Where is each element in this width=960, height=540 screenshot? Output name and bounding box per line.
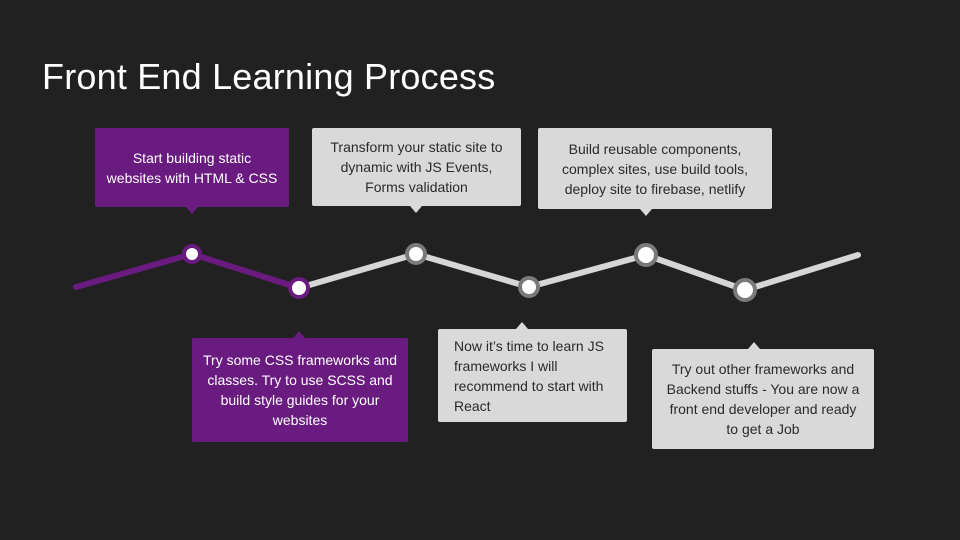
callout-js-frameworks: Now it’s time to learn JS frameworks I w… [438, 322, 627, 422]
callout-backend: Try out other frameworks and Backend stu… [652, 342, 874, 449]
timeline-line-upcoming [296, 251, 861, 293]
timeline [73, 243, 861, 302]
callout-html-css-text: Start building static websites with HTML… [106, 149, 278, 186]
callout-pointer [748, 342, 760, 349]
slide: Front End Learning Process Start buildin… [0, 0, 960, 540]
callout-pointer [516, 322, 528, 329]
callout-js-events-text: Transform your static site to dynamic wi… [330, 139, 503, 195]
callout-js-frameworks-text: Now it’s time to learn JS frameworks I w… [454, 337, 604, 414]
timeline-node-css-frameworks [288, 277, 310, 299]
callout-build-tools: Build reusable components, complex sites… [538, 128, 772, 216]
callout-js-events: Transform your static site to dynamic wi… [312, 128, 521, 213]
callout-css-frameworks: Try some CSS frameworks and classes. Try… [192, 331, 408, 442]
callout-pointer [410, 206, 422, 213]
callout-pointer [186, 207, 198, 214]
callout-html-css: Start building static websites with HTML… [95, 128, 289, 214]
timeline-node-js-events [405, 243, 427, 265]
timeline-node-backend [733, 278, 757, 302]
callout-pointer [640, 209, 652, 216]
timeline-node-js-frameworks [518, 276, 540, 298]
timeline-node-html-css [182, 244, 202, 264]
timeline-node-build-tools [634, 243, 658, 267]
callout-backend-text: Try out other frameworks and Backend stu… [666, 361, 860, 437]
callout-pointer [293, 331, 305, 338]
callout-css-frameworks-text: Try some CSS frameworks and classes. Try… [203, 352, 397, 428]
callout-build-tools-text: Build reusable components, complex sites… [562, 140, 748, 197]
